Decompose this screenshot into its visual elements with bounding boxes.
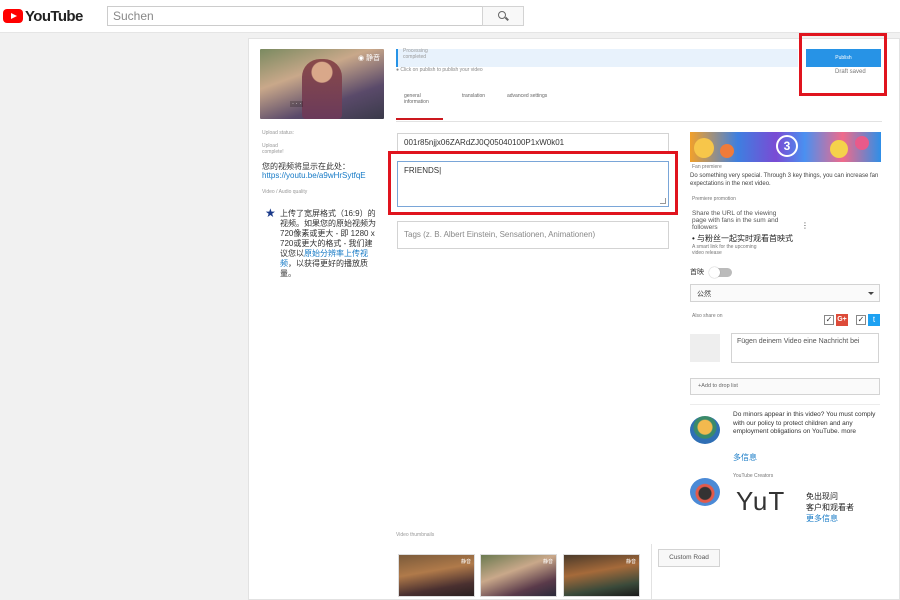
minors-notice: Do minors appear in this video? You must… bbox=[733, 411, 877, 437]
promo-line: 免出现问 bbox=[806, 492, 838, 501]
section-divider bbox=[690, 404, 880, 405]
tip-end: ，以获得更好的播放质量。 bbox=[280, 259, 368, 278]
creators-illustration-icon bbox=[690, 478, 720, 506]
processing-progress: Processing completed bbox=[396, 48, 798, 67]
share-label: Also share on bbox=[692, 313, 723, 319]
upload-status-label: Upload status: bbox=[262, 130, 294, 136]
banner-illustration bbox=[694, 138, 714, 158]
thumbnails-label: Video thumbnails bbox=[396, 532, 435, 538]
promo-large-text: YuT bbox=[736, 486, 786, 516]
star-icon: ★ bbox=[265, 206, 276, 220]
premiere-banner: 3 bbox=[690, 132, 881, 162]
tab-advanced[interactable]: advanced settings bbox=[507, 93, 557, 99]
custom-thumbnail-button[interactable]: Custom Road bbox=[658, 549, 720, 567]
premiere-toggle-row: 首映 bbox=[690, 266, 732, 278]
more-dots: ⋮ bbox=[801, 221, 809, 230]
banner-number: 3 bbox=[776, 135, 798, 157]
tags-field[interactable]: Tags (z. B. Albert Einstein, Sensationen… bbox=[397, 221, 669, 249]
more-info-link[interactable]: 多信息 bbox=[733, 452, 757, 463]
children-illustration-icon bbox=[690, 416, 720, 444]
tabs-divider bbox=[396, 121, 882, 122]
thumbnail-option-1[interactable]: 静音 bbox=[398, 554, 475, 597]
promo-heading: YouTube Creators bbox=[733, 473, 774, 479]
youtube-logo[interactable]: YouTube bbox=[3, 7, 83, 25]
thumbnail-option-3[interactable]: 静音 bbox=[563, 554, 640, 597]
promo-line: 客户和观看者 bbox=[806, 503, 854, 512]
chevron-down-icon bbox=[868, 292, 874, 295]
preview-watermark: ◉ 静音 bbox=[357, 55, 380, 62]
banner-illustration bbox=[830, 140, 848, 158]
video-preview[interactable]: · · · ◉ 静音 bbox=[260, 49, 384, 119]
privacy-value: 公然 bbox=[697, 291, 711, 298]
thumbnail-tag: 静音 bbox=[625, 559, 636, 565]
progress-line: completed bbox=[403, 54, 427, 60]
bullet-more: video release bbox=[692, 250, 722, 256]
thumbnail-option-2[interactable]: 静音 bbox=[480, 554, 557, 597]
minors-more[interactable]: more bbox=[841, 428, 856, 435]
highlight-box bbox=[799, 33, 887, 96]
banner-caption: Fan premiere bbox=[692, 164, 722, 170]
premiere-toggle[interactable] bbox=[709, 266, 732, 278]
upload-status-line: complete! bbox=[262, 149, 284, 155]
google-plus-icon: G+ bbox=[836, 314, 848, 326]
thumbnail-tag: 静音 bbox=[542, 559, 553, 565]
active-tab-indicator bbox=[396, 118, 443, 120]
tab-general-info[interactable]: general information bbox=[404, 93, 442, 105]
share-link[interactable]: https://youtu.be/a9wHrSytfqE bbox=[262, 171, 377, 180]
promo-text: 免出现问 客户和观看者 更多信息 bbox=[806, 491, 882, 524]
avatar bbox=[690, 334, 720, 362]
top-bar: YouTube Suchen bbox=[0, 0, 900, 33]
twitter-icon: t bbox=[868, 314, 880, 326]
quality-note: Video / Audio quality bbox=[262, 189, 308, 195]
tab-translation[interactable]: translation bbox=[462, 93, 490, 99]
play-icon bbox=[3, 9, 23, 23]
preview-figure bbox=[302, 59, 342, 119]
preview-subtitle: · · · bbox=[290, 101, 304, 107]
banner-illustration bbox=[855, 136, 869, 150]
message-field[interactable]: Fügen deinem Video eine Nachricht bei bbox=[731, 333, 879, 363]
title-field[interactable]: 001r85njjx06ZARdZJ0Q05040100P1xW0k01 bbox=[397, 133, 669, 153]
promo-link[interactable]: 更多信息 bbox=[806, 513, 882, 524]
premiere-label: 首映 bbox=[690, 269, 704, 276]
share-google-checkbox[interactable]: ✓ bbox=[824, 315, 834, 325]
banner-illustration bbox=[720, 144, 734, 158]
thumbnail-tag: 静音 bbox=[460, 559, 471, 565]
share-twitter-checkbox[interactable]: ✓ bbox=[856, 315, 866, 325]
widescreen-tip: 上传了宽屏格式（16:9）的视频。如果您的原始视频为720像素或更大 - 即 1… bbox=[280, 209, 376, 279]
search-icon bbox=[498, 11, 508, 21]
thumbnail-divider bbox=[651, 544, 652, 600]
search-button[interactable] bbox=[482, 6, 524, 26]
watch-together-bullet: • 与粉丝一起实时观看首映式 bbox=[692, 234, 794, 243]
logo-text: YouTube bbox=[25, 7, 83, 25]
search-input[interactable]: Suchen bbox=[107, 6, 483, 26]
share-fans-text: Share the URL of the viewing page with f… bbox=[692, 210, 779, 231]
lead-text: Do something very special. Through 3 key… bbox=[690, 173, 879, 187]
privacy-select[interactable]: 公然 bbox=[690, 284, 880, 302]
social-share: ✓ G+ ✓ t bbox=[824, 314, 880, 326]
publish-hint: Click on publish to publish your video bbox=[396, 67, 482, 73]
upload-card: · · · ◉ 静音 Upload status: Upload complet… bbox=[248, 33, 900, 600]
promo-label: Premiere promotion bbox=[692, 196, 736, 202]
highlight-box bbox=[388, 151, 678, 215]
add-to-playlist-button[interactable]: +Add to drop list bbox=[690, 378, 880, 395]
